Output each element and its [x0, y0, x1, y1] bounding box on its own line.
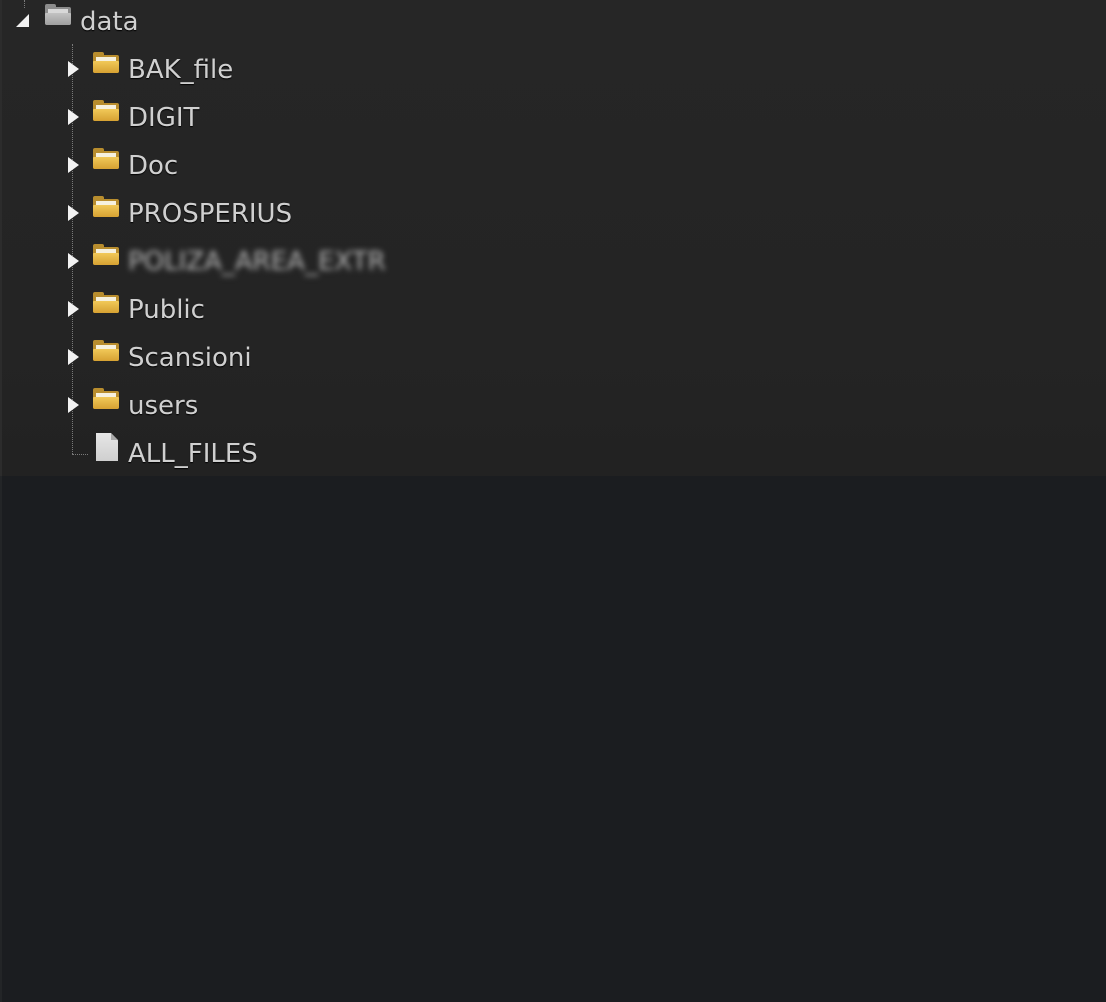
expand-triangle-icon[interactable]: [68, 109, 79, 125]
tree-guide-line: [72, 454, 88, 455]
tree-node-label: BAK_file: [128, 55, 234, 85]
folder-icon: [92, 388, 120, 410]
tree-guide-line: [72, 44, 73, 454]
tree-node-label: Public: [128, 295, 205, 325]
folder-tree: data BAK_file DIGIT Doc PROSPERIUS POLIZ…: [0, 0, 1106, 476]
tree-node-label: DIGIT: [128, 103, 200, 133]
tree-node-label: PROSPERIUS: [128, 199, 293, 229]
folder-icon: [92, 244, 120, 266]
folder-icon: [92, 148, 120, 170]
folder-icon: [92, 196, 120, 218]
file-icon: [96, 433, 118, 461]
tree-node-label: Scansioni: [128, 343, 252, 373]
file-browser-window: data BAK_file DIGIT Doc PROSPERIUS POLIZ…: [0, 0, 1106, 1002]
expand-triangle-icon[interactable]: [68, 397, 79, 413]
folder-icon: [92, 340, 120, 362]
tree-node-label: ALL_FILES: [128, 439, 258, 469]
expand-triangle-icon[interactable]: [68, 61, 79, 77]
expand-triangle-icon[interactable]: [68, 157, 79, 173]
tree-guide-line: [24, 0, 25, 8]
expand-triangle-icon[interactable]: [68, 301, 79, 317]
tree-node-label-redacted: POLIZA_AREA_EXTR: [128, 247, 386, 277]
expand-triangle-icon[interactable]: [68, 349, 79, 365]
tree-node-label: data: [80, 7, 139, 37]
tree-node-label: Doc: [128, 151, 179, 181]
tree-node-label: users: [128, 391, 199, 421]
expand-triangle-icon[interactable]: [68, 253, 79, 269]
folder-icon: [92, 100, 120, 122]
collapse-triangle-icon[interactable]: [16, 14, 29, 27]
empty-content-area: [0, 476, 1106, 1002]
folder-icon: [44, 4, 72, 26]
expand-triangle-icon[interactable]: [68, 205, 79, 221]
folder-icon: [92, 52, 120, 74]
folder-icon: [92, 292, 120, 314]
